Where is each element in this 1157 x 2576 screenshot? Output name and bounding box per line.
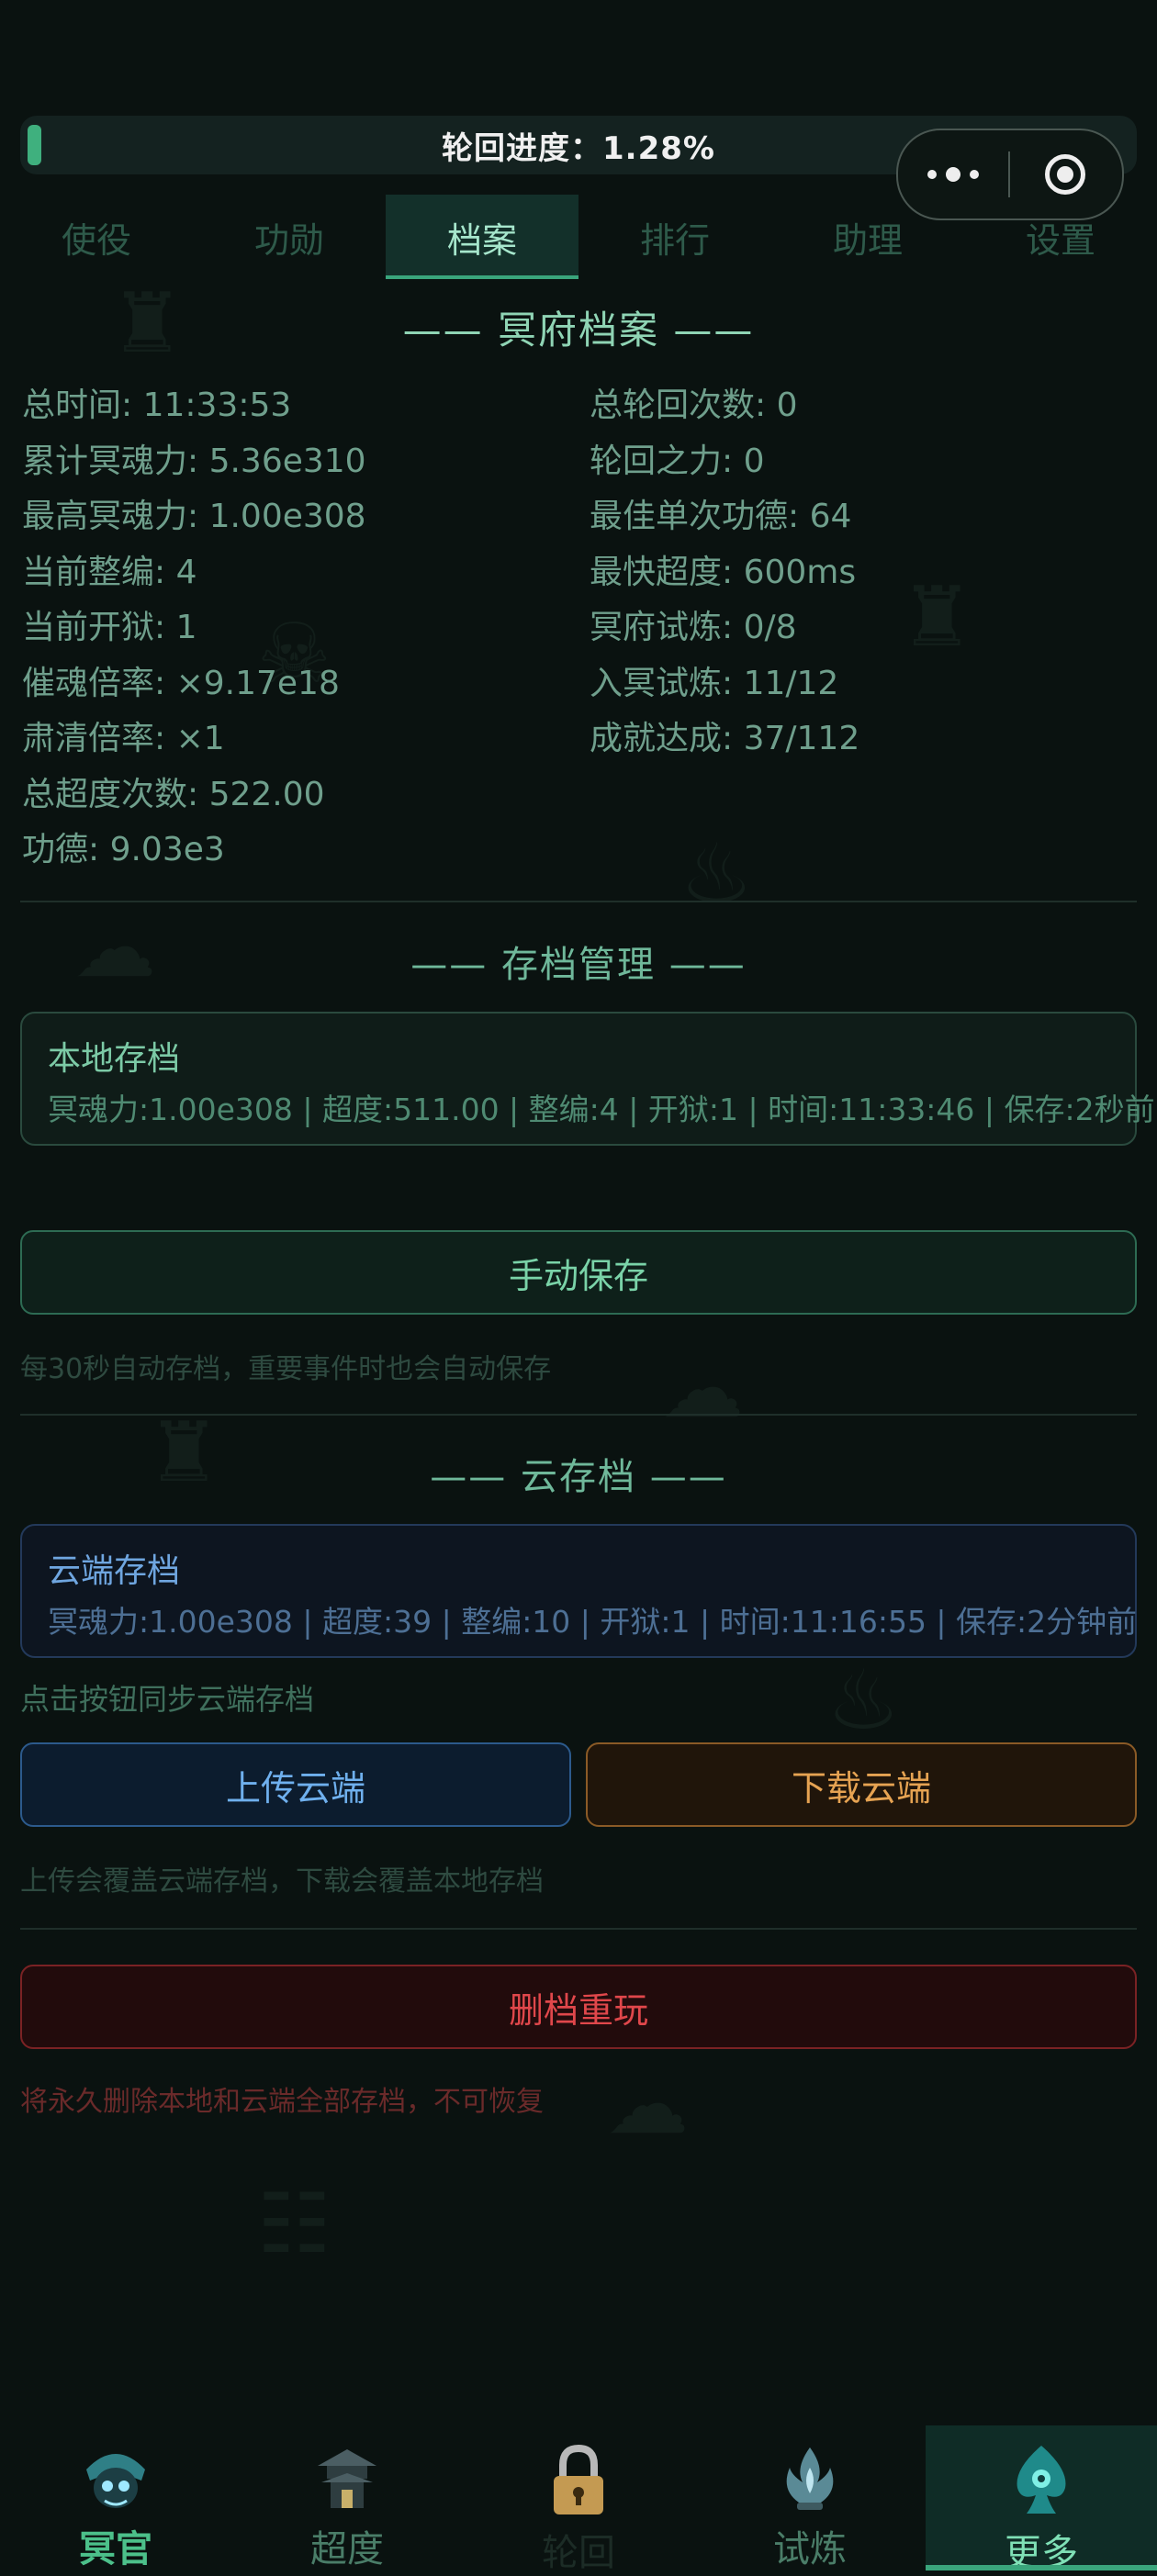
cloud-save-info: 冥魂力:1.00e308 | 超度:39 | 整编:10 | 开狱:1 | 时间… [48, 1604, 1138, 1640]
stat-current-reorg: 当前整编: 4 [22, 553, 197, 591]
nav-label: 超度 [310, 2528, 384, 2570]
stat-fastest-salvation: 最快超度: 600ms [590, 553, 857, 591]
spade-emblem-icon [1000, 2442, 1083, 2519]
archive-title: —— 冥府档案 —— [402, 308, 755, 353]
nav-label: 更多 [1005, 2532, 1078, 2574]
stat-best-merit: 最佳单次功德: 64 [590, 498, 852, 535]
cloud-overwrite-hint: 上传会覆盖云端存档，下载会覆盖本地存档 [20, 1865, 544, 1898]
nav-trial[interactable]: 试炼 [694, 2425, 926, 2570]
nav-ghost-official[interactable]: 冥官 [0, 2425, 231, 2570]
stat-underworld-trial: 冥府试炼: 0/8 [590, 609, 797, 646]
stats-right-column: 总轮回次数: 0 轮回之力: 0 最佳单次功德: 64 最快超度: 600ms … [590, 378, 859, 767]
local-save-card: 本地存档 冥魂力:1.00e308 | 超度:511.00 | 整编:4 | 开… [20, 1012, 1155, 1146]
pagoda-icon [306, 2442, 388, 2515]
stat-merit: 功德: 9.03e3 [22, 831, 225, 868]
lantern-deco-icon: ♜ [900, 569, 974, 666]
flame-deco-icon: ♨ [826, 1652, 901, 1749]
more-options-button[interactable] [898, 167, 1008, 182]
stat-summon-multiplier: 催魂倍率: ×9.17e18 [22, 664, 340, 702]
tablet-deco-icon: ☷ [257, 2176, 331, 2272]
stat-total-salvations: 总超度次数: 522.00 [22, 775, 325, 813]
cloud-deco-icon: ☁ [661, 1340, 744, 1437]
divider [20, 1414, 1137, 1416]
cloud-sync-hint: 点击按钮同步云端存档 [20, 1682, 315, 1717]
download-cloud-button[interactable]: 下载云端 [586, 1742, 1137, 1827]
flame-deco-icon: ♨ [680, 826, 754, 923]
dot-icon [970, 170, 979, 179]
ghost-official-icon [74, 2442, 157, 2515]
target-circle-icon [1045, 154, 1085, 195]
tab-archive[interactable]: 档案 [386, 195, 578, 279]
stat-purge-multiplier: 肃清倍率: ×1 [22, 720, 225, 757]
top-tabs: 使役 功勋 档案 排行 助理 设置 [0, 195, 1157, 279]
manual-save-button[interactable]: 手动保存 [20, 1230, 1137, 1315]
padlock-icon [537, 2442, 620, 2519]
dot-icon [946, 167, 960, 182]
dot-icon [927, 170, 937, 179]
local-save-title: 本地存档 [48, 1040, 181, 1078]
tab-ranking[interactable]: 排行 [578, 195, 771, 279]
stat-entry-trial: 入冥试炼: 11/12 [590, 664, 839, 702]
nav-label: 轮回 [542, 2532, 615, 2574]
local-save-info: 冥魂力:1.00e308 | 超度:511.00 | 整编:4 | 开狱:1 |… [48, 1092, 1155, 1127]
nav-salvation[interactable]: 超度 [231, 2425, 463, 2570]
delete-and-restart-button[interactable]: 删档重玩 [20, 1965, 1137, 2049]
cloud-deco-icon: ☁ [606, 2056, 689, 2153]
divider [20, 1928, 1137, 1930]
stat-current-prison: 当前开狱: 1 [22, 609, 197, 646]
flame-lotus-icon [769, 2442, 851, 2515]
stat-total-time: 总时间: 11:33:53 [22, 386, 292, 424]
stats-left-column: 总时间: 11:33:53 累计冥魂力: 5.36e310 最高冥魂力: 1.0… [22, 378, 366, 879]
close-miniprogram-button[interactable] [1010, 154, 1120, 195]
divider [20, 901, 1137, 902]
stat-total-reincarnations: 总轮回次数: 0 [590, 386, 798, 424]
stat-max-soul-power: 最高冥魂力: 1.00e308 [22, 498, 366, 535]
bottom-nav: 冥官 超度 轮回 试炼 更多 [0, 2425, 1157, 2574]
tab-assistant[interactable]: 助理 [771, 195, 964, 279]
cloud-save-card: 云端存档 冥魂力:1.00e308 | 超度:39 | 整编:10 | 开狱:1… [20, 1524, 1137, 1658]
stat-total-soul-power: 累计冥魂力: 5.36e310 [22, 442, 366, 480]
nav-reincarnation[interactable]: 轮回 [463, 2425, 694, 2574]
save-manage-title: —— 存档管理 —— [410, 944, 747, 986]
nav-label: 冥官 [79, 2528, 152, 2570]
upload-cloud-button[interactable]: 上传云端 [20, 1742, 571, 1827]
auto-save-hint: 每30秒自动存档，重要事件时也会自动保存 [20, 1353, 552, 1385]
stat-reincarnation-power: 轮回之力: 0 [590, 442, 765, 480]
tab-merit[interactable]: 功勋 [193, 195, 386, 279]
cloud-save-card-title: 云端存档 [48, 1552, 181, 1590]
cloud-save-title: —— 云存档 —— [430, 1456, 727, 1498]
nav-label: 试炼 [773, 2528, 847, 2570]
tab-service[interactable]: 使役 [0, 195, 193, 279]
tab-settings[interactable]: 设置 [964, 195, 1157, 279]
stat-achievements: 成就达成: 37/112 [590, 720, 860, 757]
nav-more[interactable]: 更多 [926, 2425, 1157, 2574]
delete-warning-hint: 将永久删除本地和云端全部存档，不可恢复 [20, 2086, 544, 2118]
